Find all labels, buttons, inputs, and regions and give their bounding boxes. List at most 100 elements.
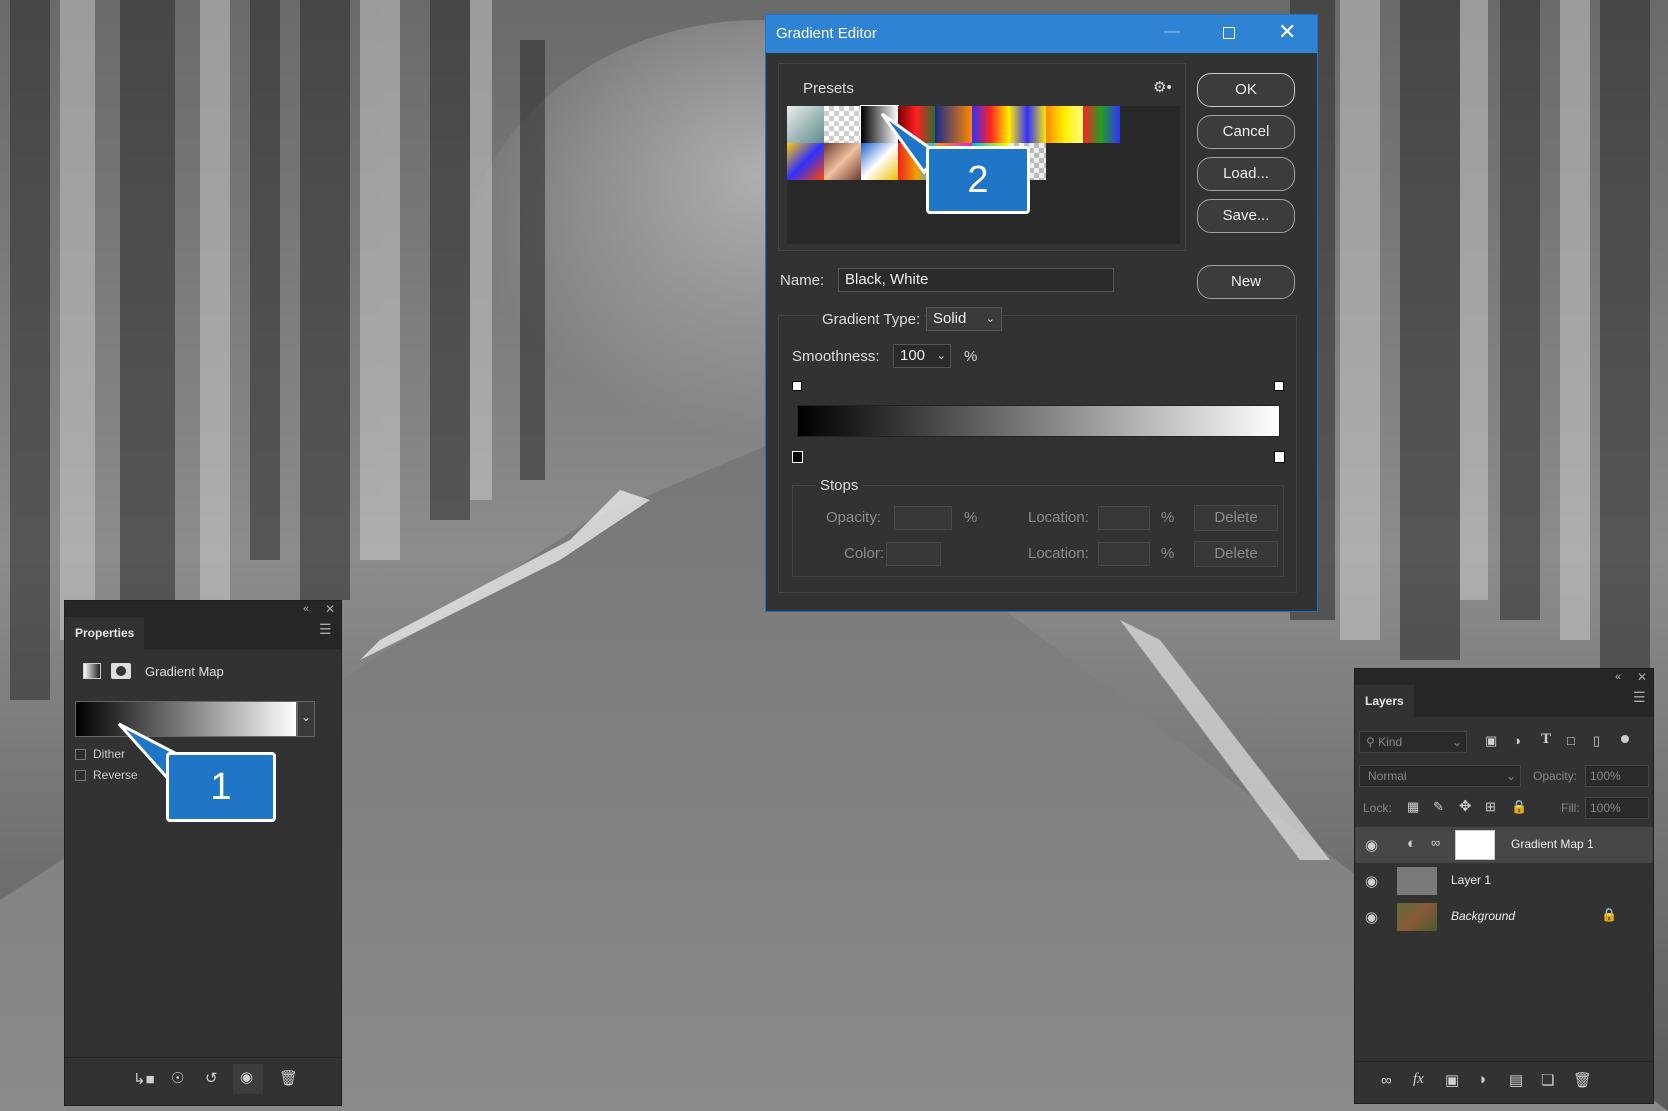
presets-label: Presets: [803, 80, 854, 97]
lock-transparent-icon[interactable]: ▦: [1407, 799, 1419, 815]
fx-icon[interactable]: fx: [1413, 1071, 1424, 1088]
stops-label: Stops: [816, 477, 863, 494]
link-icon[interactable]: ∞: [1381, 1072, 1392, 1089]
maximize-icon[interactable]: [1223, 27, 1235, 39]
opacity-location-label-2: Location:: [1028, 545, 1089, 562]
layer-mask-thumbnail[interactable]: [1455, 830, 1495, 860]
layers-footer: ∞ fx ▣ ◑ ▤ ❏ 🗑: [1355, 1061, 1653, 1103]
blend-mode-select[interactable]: Normal ⌄: [1359, 765, 1521, 787]
trash-icon[interactable]: 🗑: [279, 1069, 298, 1087]
layer-row-gradient-map[interactable]: ◉ ◐ ∞ Gradient Map 1: [1355, 827, 1653, 863]
color-location-percent: %: [1161, 545, 1175, 562]
layers-tab[interactable]: Layers: [1355, 685, 1414, 717]
layers-tabbar: « ✕ Layers ☰: [1355, 669, 1653, 717]
filter-toggle[interactable]: [1621, 735, 1629, 743]
gradient-preset-swatch[interactable]: [824, 106, 861, 143]
opacity-location-field[interactable]: [1098, 506, 1150, 530]
gradient-preset-swatch[interactable]: [1046, 106, 1083, 143]
gradient-map-icon: [83, 663, 101, 679]
opacity-field[interactable]: 100%: [1585, 765, 1649, 787]
close-icon[interactable]: ✕: [325, 602, 335, 616]
gradient-preview-bar[interactable]: [797, 405, 1280, 437]
smart-object-filter-icon[interactable]: ▯: [1593, 733, 1600, 749]
kind-filter[interactable]: ⚲ Kind ⌄: [1359, 731, 1467, 753]
smoothness-label: Smoothness:: [792, 348, 880, 365]
gradient-preset-swatch[interactable]: [1083, 106, 1120, 143]
gradient-dropdown[interactable]: ⌄: [297, 701, 315, 737]
color-location-field[interactable]: [1098, 542, 1150, 566]
opacity-percent: %: [964, 509, 978, 526]
type-filter-icon[interactable]: T: [1541, 731, 1551, 748]
save-button[interactable]: Save...: [1197, 199, 1295, 233]
gradient-preset-swatch[interactable]: [787, 143, 824, 180]
opacity-value: 100%: [1590, 769, 1621, 783]
ok-button[interactable]: OK: [1197, 73, 1295, 107]
close-icon[interactable]: ✕: [1637, 670, 1647, 684]
name-field[interactable]: Black, White: [838, 268, 1114, 292]
lock-label: Lock:: [1363, 801, 1392, 815]
chevron-down-icon: ⌄: [1451, 735, 1462, 749]
opacity-location-percent: %: [1161, 509, 1175, 526]
color-stop-right[interactable]: [1274, 451, 1285, 463]
lock-artboard-icon[interactable]: ⊞: [1485, 799, 1496, 815]
name-label: Name:: [780, 272, 825, 289]
view-previous-icon[interactable]: ☉: [171, 1069, 184, 1087]
link-icon[interactable]: ∞: [1431, 835, 1440, 850]
chevron-down-icon: ⌄: [985, 313, 995, 325]
fill-field[interactable]: 100%: [1585, 797, 1649, 819]
eye-icon[interactable]: ◉: [1365, 908, 1378, 926]
color-stop-left[interactable]: [792, 451, 803, 463]
opacity-stop-right[interactable]: [1274, 381, 1284, 391]
adjustment-icon[interactable]: ◑: [1477, 1071, 1486, 1088]
fill-value: 100%: [1590, 801, 1621, 815]
collapse-icon[interactable]: «: [1615, 671, 1621, 683]
color-delete-button[interactable]: Delete: [1194, 541, 1278, 567]
visibility-toggle[interactable]: ◉: [233, 1064, 263, 1094]
lock-pixels-icon[interactable]: ✎: [1433, 799, 1444, 815]
reset-icon[interactable]: ↺: [205, 1069, 218, 1087]
opacity-field[interactable]: [894, 506, 952, 530]
trash-icon[interactable]: 🗑: [1573, 1071, 1592, 1089]
properties-panel: « ✕ Properties ☰ Gradient Map ⌄ Dither R…: [64, 600, 342, 1106]
layer-thumbnail: [1397, 903, 1437, 931]
reverse-checkbox[interactable]: [75, 770, 86, 781]
opacity-stop-left[interactable]: [792, 381, 802, 391]
layer-thumbnail: [1397, 867, 1437, 895]
shape-filter-icon[interactable]: □: [1567, 733, 1575, 748]
cancel-button[interactable]: Cancel: [1197, 115, 1295, 149]
folder-icon[interactable]: ▤: [1509, 1071, 1523, 1089]
smoothness-field[interactable]: 100 ⌄: [893, 344, 951, 368]
eye-icon[interactable]: ◉: [1365, 872, 1378, 890]
gradient-preset-swatch[interactable]: [972, 106, 1009, 143]
panel-menu-icon[interactable]: ☰: [319, 621, 332, 638]
dialog-titlebar[interactable]: Gradient Editor — ✕: [766, 15, 1317, 53]
eye-icon[interactable]: ◉: [1365, 836, 1378, 854]
lock-position-icon[interactable]: ✥: [1459, 797, 1472, 815]
opacity-delete-button[interactable]: Delete: [1194, 505, 1278, 531]
new-button[interactable]: New: [1197, 265, 1295, 299]
close-icon[interactable]: ✕: [1278, 19, 1296, 45]
new-layer-icon[interactable]: ❏: [1541, 1071, 1554, 1089]
pixel-filter-icon[interactable]: ▣: [1485, 733, 1497, 749]
load-button[interactable]: Load...: [1197, 157, 1295, 191]
collapse-icon[interactable]: «: [303, 603, 309, 615]
gradient-preset-swatch[interactable]: [787, 106, 824, 143]
color-label: Color:: [844, 545, 885, 562]
layer-row-background[interactable]: ◉ Background 🔒: [1355, 899, 1653, 935]
properties-tab[interactable]: Properties: [65, 617, 145, 649]
dither-checkbox[interactable]: [75, 749, 86, 760]
mask-icon[interactable]: [111, 663, 131, 679]
add-mask-icon[interactable]: ▣: [1445, 1071, 1459, 1089]
gradient-type-select[interactable]: Solid ⌄: [926, 307, 1002, 331]
color-swatch-field[interactable]: [886, 542, 941, 566]
gradient-preset-swatch[interactable]: [824, 143, 861, 180]
opacity-label: Opacity:: [826, 509, 882, 526]
panel-menu-icon[interactable]: ☰: [1633, 689, 1646, 706]
adjustment-filter-icon[interactable]: ◑: [1513, 733, 1521, 748]
gradient-preset-swatch[interactable]: [1009, 106, 1046, 143]
gear-icon[interactable]: ⚙•: [1153, 78, 1172, 96]
clip-to-layer-icon[interactable]: ↳■: [133, 1070, 155, 1088]
layer-row-layer-1[interactable]: ◉ Layer 1: [1355, 863, 1653, 899]
minimize-icon[interactable]: —: [1164, 23, 1180, 41]
lock-all-icon[interactable]: 🔒: [1511, 799, 1527, 815]
